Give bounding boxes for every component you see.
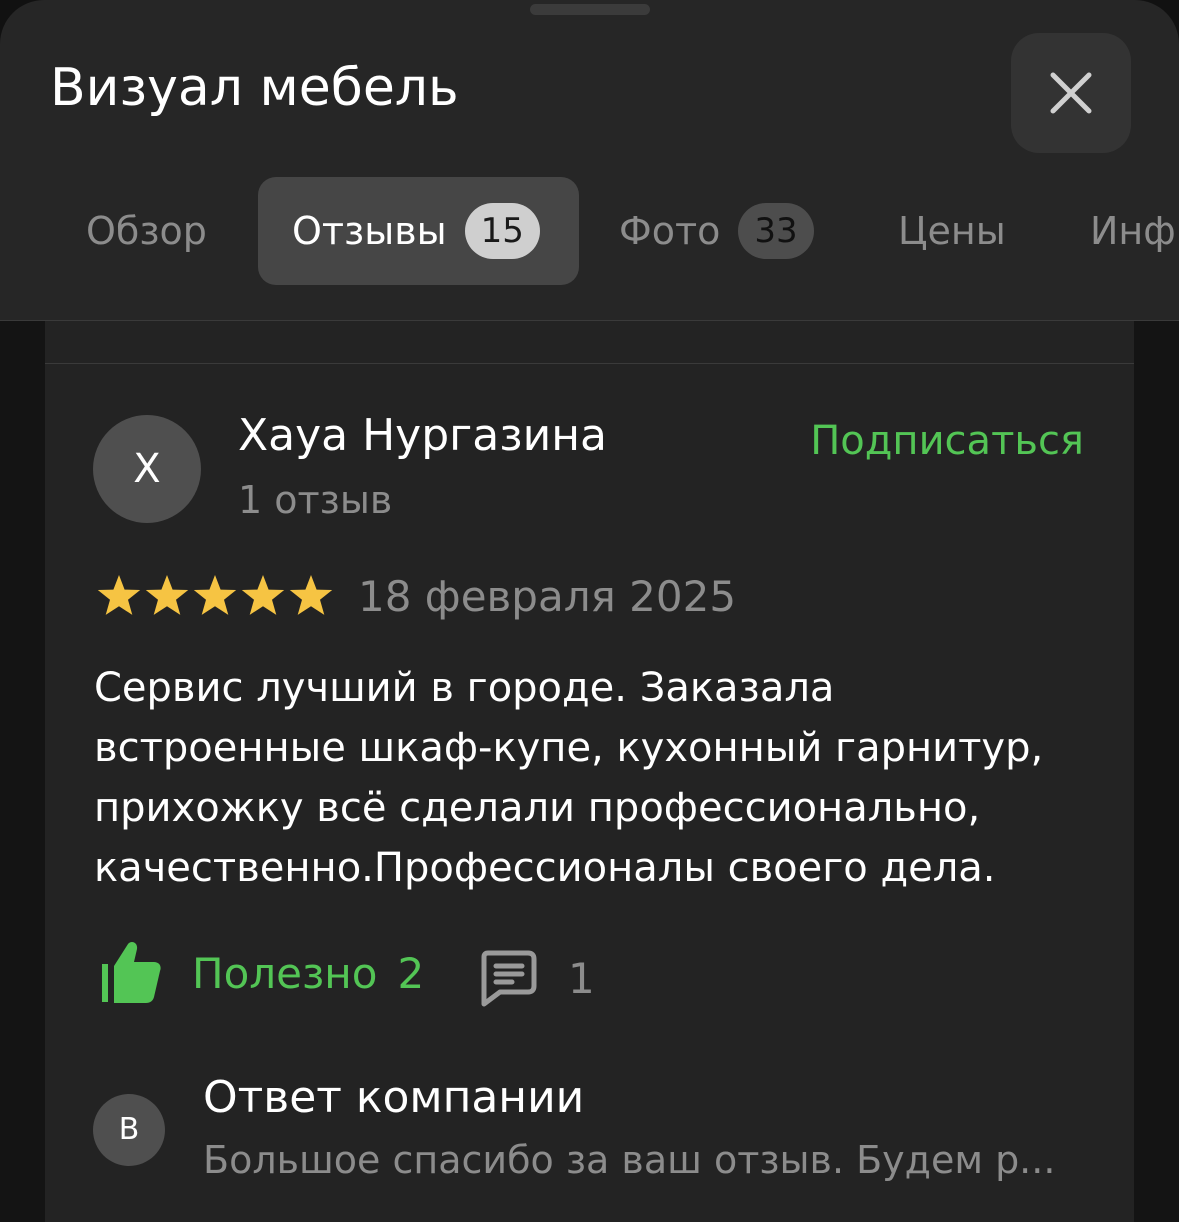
comments-button[interactable]: 1: [478, 945, 595, 1011]
useful-count: 2: [397, 948, 425, 998]
tab-prices[interactable]: Цены: [898, 177, 1006, 285]
rating-stars: [95, 573, 335, 617]
comments-count: 1: [568, 953, 595, 1003]
thumbs-up-icon: [102, 941, 161, 1003]
author-name[interactable]: Хауа Нургазина: [238, 410, 607, 461]
tab-label: Обзор: [86, 209, 207, 253]
company-reply-text[interactable]: Большое спасибо за ваш отзыв. Будем р...: [203, 1138, 1055, 1182]
star-icon: [289, 575, 333, 615]
tab-badge: 33: [738, 203, 814, 259]
sheet-grabber[interactable]: [530, 4, 650, 15]
page-title: Визуал мебель: [50, 58, 459, 118]
star-icon: [193, 575, 237, 615]
tab-label: Отзывы: [292, 209, 447, 253]
review-text: Сервис лучший в городе. Заказала встроен…: [94, 658, 1104, 898]
useful-button[interactable]: Полезно 2: [100, 940, 424, 1006]
star-icon: [241, 575, 285, 615]
tab-reviews[interactable]: Отзывы 15: [258, 177, 579, 285]
author-avatar[interactable]: Х: [93, 415, 201, 523]
tab-overview[interactable]: Обзор: [86, 177, 207, 285]
tab-badge: 15: [464, 203, 540, 259]
tab-info[interactable]: Инф: [1090, 177, 1176, 285]
useful-label: Полезно: [192, 948, 378, 998]
tab-label: Цены: [898, 209, 1006, 253]
close-button[interactable]: [1011, 33, 1131, 153]
review-text-line: качественно.Профессионалы своего дела.: [94, 845, 996, 891]
comment-icon: [481, 950, 537, 1007]
company-reply-title[interactable]: Ответ компании: [203, 1072, 584, 1123]
star-icon: [145, 575, 189, 615]
tab-bar: Обзор Отзывы 15 Фото 33 Цены Инф: [0, 177, 1179, 285]
review-text-line: Сервис лучший в городе. Заказала: [94, 665, 835, 711]
close-icon: [1050, 72, 1092, 114]
review-text-line: прихожку всё сделали профессионально,: [94, 785, 981, 831]
author-review-count: 1 отзыв: [238, 478, 393, 522]
review-text-line: встроенные шкаф-купе, кухонный гарнитур,: [94, 725, 1044, 771]
star-icon: [97, 575, 141, 615]
tab-photos[interactable]: Фото 33: [619, 177, 814, 285]
bottom-sheet: Визуал мебель Обзор Отзывы 15 Фото 33 Це…: [0, 0, 1179, 1222]
review-date: 18 февраля 2025: [358, 572, 737, 621]
tab-label: Фото: [619, 209, 721, 253]
company-avatar: В: [93, 1094, 165, 1166]
subscribe-button[interactable]: Подписаться: [810, 418, 1084, 464]
tab-label: Инф: [1090, 209, 1176, 253]
card-divider: [45, 363, 1134, 364]
